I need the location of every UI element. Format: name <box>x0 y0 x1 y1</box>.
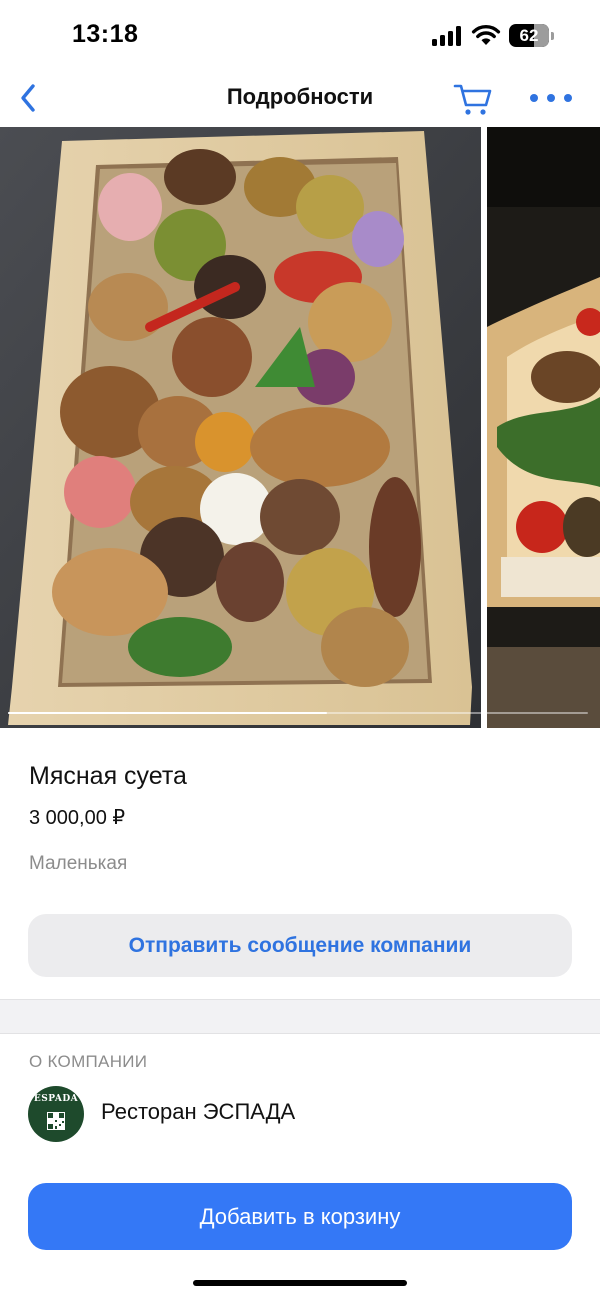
page-title: Подробности <box>226 84 374 109</box>
home-indicator <box>193 1280 407 1286</box>
product-photo[interactable] <box>0 127 481 728</box>
company-logo-text: ESPADA <box>33 1094 79 1104</box>
product-price: 3 000,00 ₽ <box>29 807 126 829</box>
status-bar: 13:18 62 <box>0 0 600 70</box>
section-divider <box>0 999 600 1034</box>
company-name: Ресторан ЭСПАДА <box>101 1099 296 1124</box>
more-options-button[interactable] <box>530 84 572 112</box>
status-time: 13:18 <box>72 20 139 48</box>
company-logo: ESPADA <box>28 1086 84 1142</box>
cart-icon <box>453 84 492 115</box>
company-row[interactable]: ESPADA Ресторан ЭСПАДА <box>28 1086 568 1144</box>
product-name: Мясная суета <box>29 762 187 790</box>
battery-icon: 62 <box>509 24 554 47</box>
send-message-button[interactable]: Отправить сообщение компании <box>28 914 572 977</box>
product-photo-image <box>0 127 481 728</box>
cart-button[interactable] <box>452 78 494 118</box>
signal-icon <box>432 26 464 46</box>
more-horizontal-icon <box>530 94 538 102</box>
wifi-icon <box>471 24 501 45</box>
navigation-bar: Подробности <box>0 70 600 126</box>
battery-level: 62 <box>519 26 539 45</box>
about-company-label: О КОМПАНИИ <box>29 1052 148 1071</box>
product-photo[interactable] <box>487 127 600 728</box>
gallery-scroll-indicator <box>8 712 588 716</box>
add-to-cart-button[interactable]: Добавить в корзину <box>28 1183 572 1250</box>
product-photo-image <box>487 127 600 728</box>
photo-gallery[interactable] <box>0 127 600 728</box>
product-variant: Маленькая <box>29 853 128 874</box>
qr-code-icon <box>47 1112 65 1130</box>
